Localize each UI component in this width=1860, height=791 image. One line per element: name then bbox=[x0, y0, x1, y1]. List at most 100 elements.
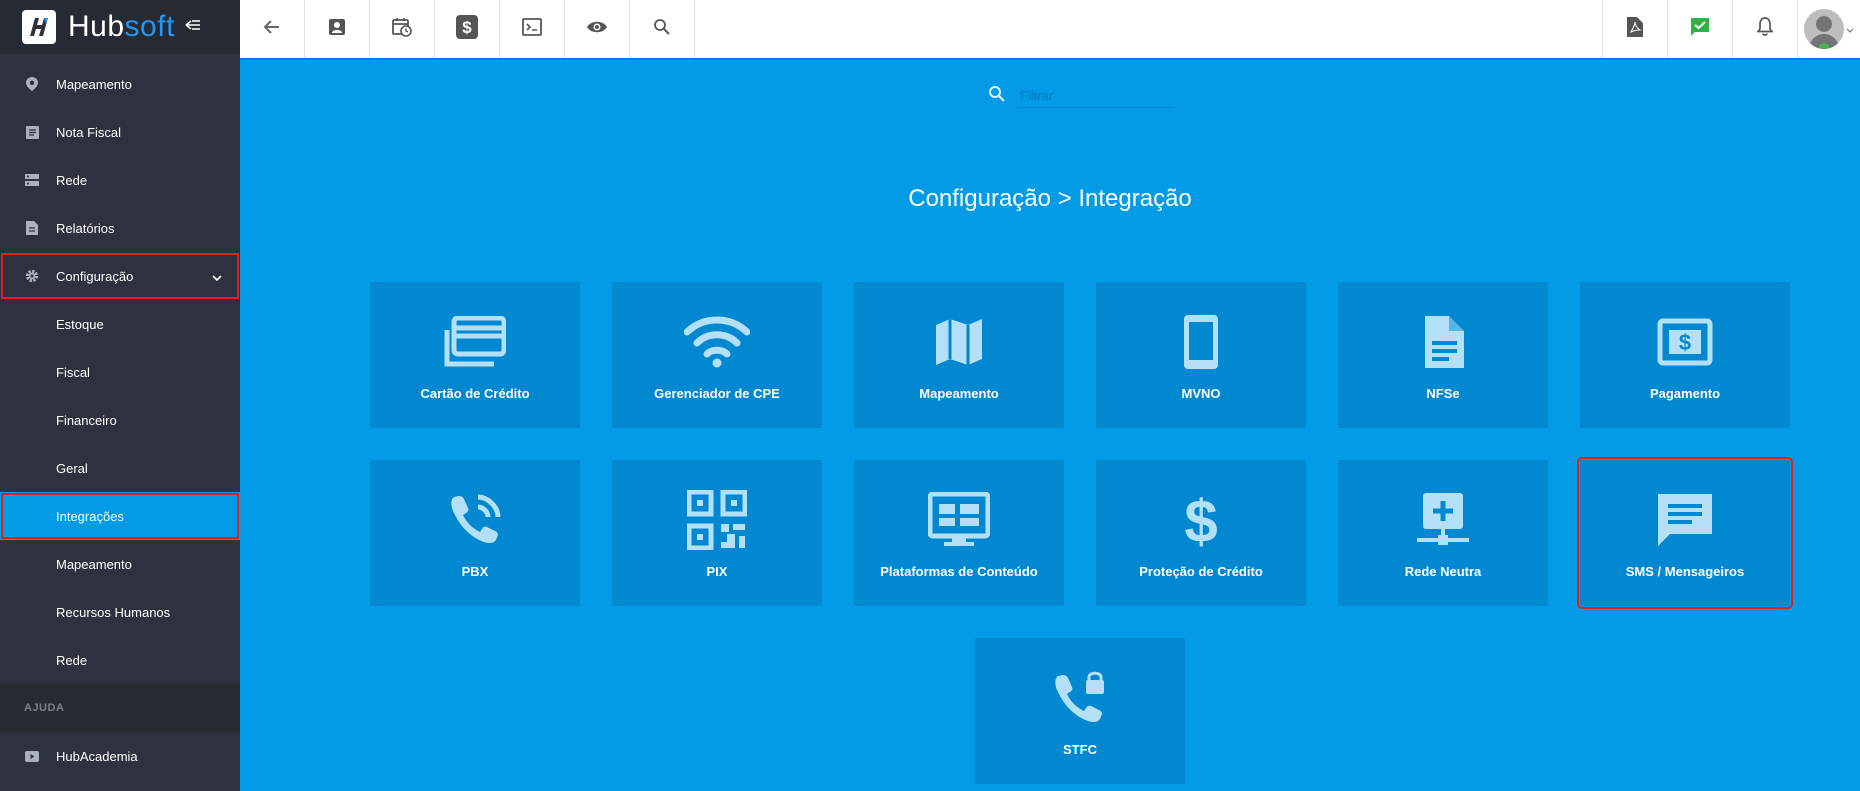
user-menu[interactable] bbox=[1797, 0, 1860, 58]
map-icon bbox=[934, 310, 984, 374]
tile-mvno[interactable]: MVNO bbox=[1096, 282, 1306, 428]
tile-rede-neutra[interactable]: Rede Neutra bbox=[1338, 460, 1548, 606]
calendar-clock-icon bbox=[392, 17, 412, 42]
brand-name: Hubsoft bbox=[68, 10, 175, 43]
tile-label: Proteção de Crédito bbox=[1139, 564, 1263, 579]
sidebar-subitem-recursos-humanos[interactable]: Recursos Humanos bbox=[0, 588, 240, 636]
tile-label: Gerenciador de CPE bbox=[654, 386, 780, 401]
tile-stfc[interactable]: STFC bbox=[975, 638, 1185, 784]
top-toolbar: $ bbox=[240, 0, 1860, 60]
sidebar-item-hubacademia[interactable]: HubAcademia bbox=[0, 732, 240, 780]
sidebar-subitem-label: Mapeamento bbox=[56, 556, 132, 572]
online-status-dot bbox=[1818, 43, 1830, 49]
view-button[interactable] bbox=[565, 0, 630, 58]
sidebar-item-label: HubAcademia bbox=[56, 748, 138, 764]
chevron-down-icon bbox=[1846, 20, 1854, 38]
sidebar-subitem-fiscal[interactable]: Fiscal bbox=[0, 348, 240, 396]
phone-in-talk-icon bbox=[448, 488, 502, 552]
dollar-icon: $ bbox=[1183, 488, 1219, 552]
main-content: Configuração > Integração Cartão de Créd… bbox=[240, 60, 1860, 791]
message-icon bbox=[1656, 488, 1714, 552]
terminal-button[interactable] bbox=[500, 0, 565, 58]
sidebar: Hubsoft Mapeamento Nota Fiscal Rede Rela… bbox=[0, 0, 240, 791]
tile-pix[interactable]: PIX bbox=[612, 460, 822, 606]
pdf-button[interactable] bbox=[1602, 0, 1667, 58]
arrow-left-icon bbox=[263, 19, 281, 40]
tile-label: MVNO bbox=[1181, 386, 1221, 401]
sidebar-subitem-estoque[interactable]: Estoque bbox=[0, 300, 240, 348]
notifications-button[interactable] bbox=[1732, 0, 1797, 58]
chat-check-icon bbox=[1690, 17, 1710, 42]
sidebar-item-rede[interactable]: Rede bbox=[0, 156, 240, 204]
sidebar-subitem-label: Fiscal bbox=[56, 364, 90, 380]
server-icon bbox=[24, 172, 40, 188]
sidebar-subitem-label: Geral bbox=[56, 460, 88, 476]
money-box-icon: $ bbox=[456, 14, 478, 44]
back-button[interactable] bbox=[240, 0, 305, 58]
filter-bar bbox=[988, 84, 1172, 108]
monitor-news-icon bbox=[928, 488, 990, 552]
sidebar-subitem-label: Integrações bbox=[56, 508, 124, 524]
svg-text:$: $ bbox=[1679, 330, 1691, 355]
avatar bbox=[1804, 9, 1844, 49]
tile-label: Pagamento bbox=[1649, 386, 1721, 401]
tile-mapeamento[interactable]: Mapeamento bbox=[854, 282, 1064, 428]
tile-pagamento[interactable]: $ Pagamento bbox=[1580, 282, 1790, 428]
terminal-icon bbox=[522, 17, 542, 41]
contact-card-icon bbox=[328, 18, 346, 41]
finance-button[interactable]: $ bbox=[435, 0, 500, 58]
sidebar-subitem-mapeamento[interactable]: Mapeamento bbox=[0, 540, 240, 588]
phone-lock-icon bbox=[1052, 666, 1108, 730]
sidebar-item-relatorios[interactable]: Relatórios bbox=[0, 204, 240, 252]
sidebar-item-mapeamento[interactable]: Mapeamento bbox=[0, 60, 240, 108]
sidebar-subitem-label: Rede bbox=[56, 652, 88, 668]
sidebar-item-nota-fiscal[interactable]: Nota Fiscal bbox=[0, 108, 240, 156]
search-icon bbox=[988, 85, 1006, 108]
qr-code-icon bbox=[687, 488, 747, 552]
map-pin-icon bbox=[24, 76, 40, 92]
sidebar-item-label: Relatórios bbox=[56, 220, 115, 236]
tile-gerenciador-de-cpe[interactable]: Gerenciador de CPE bbox=[612, 282, 822, 428]
tile-nfse[interactable]: NFSe bbox=[1338, 282, 1548, 428]
document-icon bbox=[24, 124, 40, 140]
pdf-file-icon bbox=[1627, 16, 1643, 42]
search-icon bbox=[653, 18, 671, 41]
sidebar-subitem-financeiro[interactable]: Financeiro bbox=[0, 396, 240, 444]
brand: Hubsoft bbox=[0, 0, 240, 54]
sidebar-subitem-integracoes[interactable]: Integrações bbox=[0, 492, 240, 540]
hubsoft-logo-icon bbox=[22, 10, 56, 44]
schedule-button[interactable] bbox=[370, 0, 435, 58]
eye-icon bbox=[586, 20, 608, 39]
sidebar-item-configuracao[interactable]: Configuração bbox=[0, 252, 240, 300]
smartphone-icon bbox=[1182, 310, 1220, 374]
filter-input[interactable] bbox=[1018, 84, 1172, 108]
sidebar-subitem-geral[interactable]: Geral bbox=[0, 444, 240, 492]
contacts-button[interactable] bbox=[305, 0, 370, 58]
sidebar-subitem-rede[interactable]: Rede bbox=[0, 636, 240, 684]
tasks-button[interactable] bbox=[1667, 0, 1732, 58]
search-button[interactable] bbox=[630, 0, 695, 58]
sidebar-subitem-label: Estoque bbox=[56, 316, 104, 332]
sidebar-item-label: Mapeamento bbox=[56, 76, 132, 92]
gear-icon bbox=[24, 268, 40, 284]
sidebar-subitem-label: Financeiro bbox=[56, 412, 117, 428]
tile-sms-mensageiros[interactable]: SMS / Mensageiros bbox=[1577, 457, 1793, 609]
tile-protecao-de-credito[interactable]: $ Proteção de Crédito bbox=[1096, 460, 1306, 606]
sidebar-item-label: Rede bbox=[56, 172, 88, 188]
section-header-ajuda: AJUDA bbox=[0, 684, 240, 732]
chevron-down-icon bbox=[212, 269, 222, 284]
tile-cartao-de-credito[interactable]: Cartão de Crédito bbox=[370, 282, 580, 428]
money-icon: $ bbox=[1657, 310, 1713, 374]
bell-icon bbox=[1756, 17, 1774, 41]
tile-pbx[interactable]: PBX bbox=[370, 460, 580, 606]
credit-card-icon bbox=[444, 310, 506, 374]
tile-label: Plataformas de Conteúdo bbox=[880, 564, 1038, 579]
sidebar-item-label: Configuração bbox=[56, 268, 134, 284]
tile-label: PIX bbox=[706, 564, 728, 579]
collapse-menu-icon[interactable] bbox=[185, 18, 201, 37]
svg-text:$: $ bbox=[1184, 490, 1217, 550]
tile-label: Mapeamento bbox=[919, 386, 999, 401]
file-text-icon bbox=[1421, 310, 1465, 374]
tile-plataformas-de-conteudo[interactable]: Plataformas de Conteúdo bbox=[854, 460, 1064, 606]
